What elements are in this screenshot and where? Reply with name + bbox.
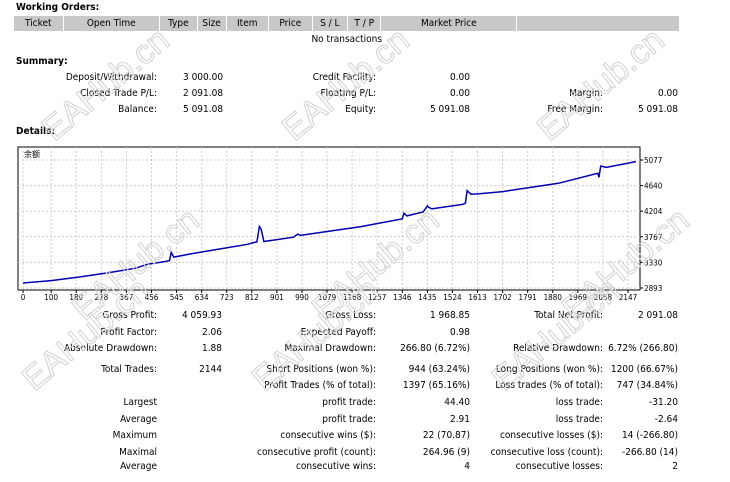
x-tick-label: 1168 [343, 293, 362, 302]
details-label: Profit Factor: [100, 327, 157, 338]
details-label: consecutive profit (count): [257, 447, 376, 458]
y-tick-label: 3767 [644, 233, 662, 242]
details-label: profit trade: [322, 414, 376, 425]
y-tick-label: 2893 [644, 284, 662, 293]
details-label: Maximum [112, 430, 157, 441]
x-tick-label: 1702 [493, 293, 511, 302]
details-label: Profit Trades (% of total): [264, 380, 376, 391]
plot-area [17, 146, 641, 291]
x-tick-label: 1524 [443, 293, 462, 302]
details-label: consecutive loss (count): [490, 447, 603, 458]
details-value: 44.40 [444, 397, 470, 408]
details-label: Loss trades (% of total): [495, 380, 603, 391]
x-tick-label: 1791 [519, 293, 537, 302]
details-value: 1200 (66.67%) [610, 364, 678, 375]
details-label: profit trade: [322, 397, 376, 408]
x-tick-label: 1613 [468, 293, 486, 302]
y-tick-label: 4640 [644, 182, 663, 191]
details-label: Maximal [119, 447, 157, 458]
x-tick-label: 1969 [569, 293, 588, 302]
details-value: 22 (70.87) [422, 430, 470, 441]
details-label: Gross Profit: [102, 310, 157, 321]
x-tick-label: 1346 [393, 293, 412, 302]
details-value: 6.72% (266.80) [608, 343, 678, 354]
details-value: 2.91 [449, 414, 470, 425]
x-tick-label: 634 [195, 293, 209, 302]
details-value: 1397 (65.16%) [402, 380, 470, 391]
x-tick-label: 1435 [418, 293, 436, 302]
x-tick-label: 367 [120, 293, 134, 302]
x-tick-label: 100 [44, 293, 58, 302]
details-label: Absolute Drawdown: [64, 343, 157, 354]
details-value: 2144 [199, 364, 222, 375]
details-value: -2.64 [654, 414, 678, 425]
details-value: -31.20 [649, 397, 678, 408]
details-label: Total Net Profit: [534, 310, 603, 321]
details-value: 14 (-266.80) [621, 430, 678, 441]
x-tick-label: 901 [270, 293, 284, 302]
x-tick-label: 456 [145, 293, 159, 302]
x-tick-label: 1880 [544, 293, 563, 302]
x-tick-label: 1079 [318, 293, 337, 302]
details-label: Average [120, 461, 157, 472]
details-value: 747 (34.84%) [616, 380, 678, 391]
details-label: consecutive losses ($): [499, 430, 603, 441]
details-value: 0.98 [449, 327, 470, 338]
x-tick-label: 2058 [594, 293, 613, 302]
details-label: Total Trades: [101, 364, 157, 375]
details-value: 944 (63.24%) [408, 364, 470, 375]
details-value: 1.88 [201, 343, 222, 354]
details-label: Relative Drawdown: [513, 343, 603, 354]
details-label: Short Positions (won %): [266, 364, 376, 375]
y-tick-label: 4204 [644, 207, 663, 216]
details-label: Gross Loss: [325, 310, 376, 321]
details-label: loss trade: [555, 414, 603, 425]
details-label: Expected Payoff: [300, 327, 376, 338]
x-tick-label: 0 [21, 293, 26, 302]
details-value: 1 968.85 [429, 310, 470, 321]
details-value: 264.96 (9) [422, 447, 470, 458]
details-label: consecutive wins ($): [280, 430, 376, 441]
details-label: Average [120, 414, 157, 425]
x-tick-label: 723 [220, 293, 234, 302]
y-tick-label: 5077 [644, 156, 662, 165]
details-label: consecutive losses: [515, 461, 603, 472]
details-label: Maximal Drawdown: [284, 343, 376, 354]
x-tick-label: 2147 [619, 293, 637, 302]
y-tick-label: 3330 [644, 258, 663, 267]
details-label: Largest [123, 397, 157, 408]
details-label: Long Positions (won %): [495, 364, 603, 375]
details-value: 2 [672, 461, 678, 472]
details-value: 4 059.93 [181, 310, 222, 321]
details-value: 4 [464, 461, 470, 472]
details-label: consecutive wins: [295, 461, 376, 472]
x-tick-label: 812 [245, 293, 259, 302]
x-tick-label: 1257 [368, 293, 386, 302]
chart-title: 余额 [24, 149, 40, 159]
details-value: 2.06 [201, 327, 222, 338]
x-tick-label: 278 [94, 293, 108, 302]
details-value: -266.80 (14) [621, 447, 678, 458]
details-value: 266.80 (6.72%) [400, 343, 470, 354]
details-label: loss trade: [555, 397, 603, 408]
balance-chart: 0 100 189 278 367 456 545 634 723 812 901 990 1079 11… [17, 146, 663, 302]
x-tick-label: 990 [295, 293, 309, 302]
x-tick-label: 189 [69, 293, 83, 302]
x-tick-label: 545 [170, 293, 184, 302]
details-value: 2 091.08 [637, 310, 678, 321]
